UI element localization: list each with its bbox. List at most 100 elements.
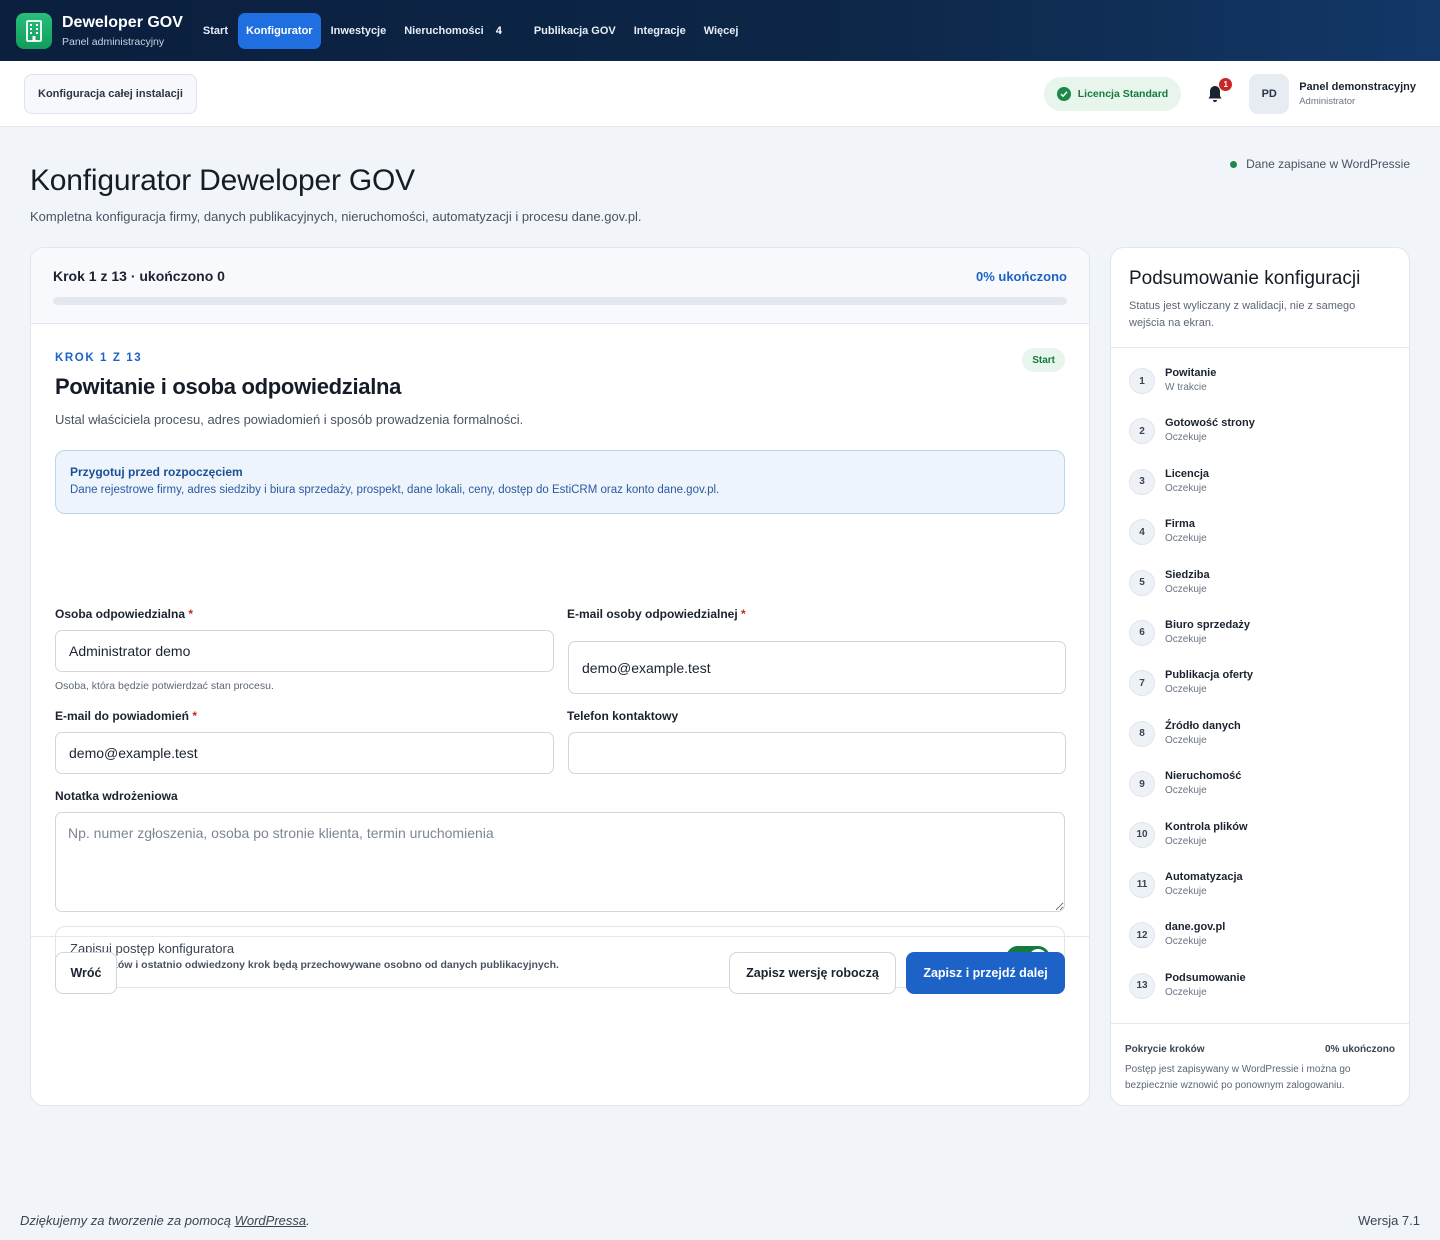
admin-footer-thanks: Dziękujemy za tworzenie za pomocą WordPr… <box>20 1213 310 1228</box>
required-mark: * <box>741 607 746 621</box>
nav-item-start[interactable]: Start <box>195 13 236 49</box>
page-description: Kompletna konfiguracja firmy, danych pub… <box>30 209 642 224</box>
config-summary-panel: Podsumowanie konfiguracji Status jest wy… <box>1110 247 1410 1106</box>
step-number: 9 <box>1129 771 1155 798</box>
version-label: Wersja 7.1 <box>1358 1213 1420 1228</box>
sub-header: Konfiguracja całej instalacji Licencja S… <box>0 61 1440 127</box>
field-label-text: Osoba odpowiedzialna <box>55 607 186 621</box>
step-status: Oczekuje <box>1165 684 1207 696</box>
top-navigation-bar: Deweloper GOV Panel administracyjny Star… <box>0 0 1440 61</box>
notifications-button[interactable]: 1 <box>1205 77 1233 105</box>
phone-input[interactable] <box>568 732 1066 774</box>
coverage-label: Pokrycie kroków <box>1125 1044 1205 1055</box>
summary-steps-list: 1 Powitanie W trakcie 2 Gotowość strony Oczek… <box>1111 348 1409 1022</box>
save-draft-button[interactable]: Zapisz wersję roboczą <box>729 952 896 994</box>
coverage-text: Postęp jest zapisywany w WordPressie i m… <box>1125 1064 1351 1091</box>
notify-email-input[interactable] <box>55 732 554 774</box>
summary-step-item[interactable]: 1 Powitanie W trakcie <box>1129 367 1391 417</box>
summary-step-item[interactable]: 13 Podsumowanie Oczekuje <box>1129 972 1391 1022</box>
nav-item-integracje[interactable]: Integracje <box>626 13 694 49</box>
step-name: Powitanie <box>1165 367 1217 379</box>
step-number: 6 <box>1129 619 1155 646</box>
progress-percent: 0% ukończono <box>975 268 1067 284</box>
step-number: 10 <box>1129 821 1155 848</box>
wordpress-link[interactable]: WordPressa <box>235 1213 307 1228</box>
step-status: Oczekuje <box>1165 734 1207 746</box>
step-number: 8 <box>1129 720 1155 747</box>
summary-step-item[interactable]: 2 Gotowość strony Oczekuje <box>1129 417 1391 467</box>
summary-title: Podsumowanie konfiguracji <box>1129 268 1361 289</box>
user-name: Panel demonstracyjny <box>1299 80 1416 93</box>
avatar[interactable]: PD <box>1249 73 1290 114</box>
summary-step-item[interactable]: 12 dane.gov.pl Oczekuje <box>1129 921 1391 971</box>
step-status: Oczekuje <box>1165 986 1207 998</box>
step-number: 13 <box>1129 972 1155 999</box>
nav-item-inwestycje[interactable]: Inwestycje <box>323 13 395 49</box>
wizard-card: Krok 1 z 13 · ukończono 0 0% ukończono K… <box>30 247 1090 1106</box>
summary-step-item[interactable]: 8 Źródło danych Oczekuje <box>1129 720 1391 770</box>
summary-step-item[interactable]: 4 Firma Oczekuje <box>1129 518 1391 568</box>
main-nav: Start Konfigurator Inwestycje Nieruchomo… <box>195 12 747 49</box>
license-badge[interactable]: Licencja Standard <box>1043 76 1182 111</box>
step-name: Siedziba <box>1165 568 1210 581</box>
brand-title: Deweloper GOV <box>62 13 183 31</box>
step-name: Źródło danych <box>1165 719 1241 732</box>
step-name: Biuro sprzedaży <box>1165 618 1250 631</box>
step-number: 1 <box>1129 368 1155 394</box>
nav-item-nieruchomosci[interactable]: Nieruchomości 4 <box>396 13 524 49</box>
info-title: Przygotuj przed rozpoczęciem <box>70 465 243 479</box>
brand-subtitle: Panel administracyjny <box>62 35 165 48</box>
check-circle-icon <box>1056 86 1071 101</box>
phone-label: Telefon kontaktowy <box>567 709 679 723</box>
step-name: Firma <box>1165 518 1195 531</box>
license-label: Licencja Standard <box>1077 87 1169 100</box>
step-status: Oczekuje <box>1165 835 1207 847</box>
nav-item-konfigurator[interactable]: Konfigurator <box>237 12 321 49</box>
config-installation-button[interactable]: Konfiguracja całej instalacji <box>24 73 197 114</box>
saved-status-label: Dane zapisane w WordPressie <box>1246 157 1410 171</box>
status-badge: Start <box>1022 348 1065 372</box>
summary-step-item[interactable]: 10 Kontrola plików Oczekuje <box>1129 821 1391 871</box>
user-role: Administrator <box>1299 95 1356 107</box>
summary-step-item[interactable]: 3 Licencja Oczekuje <box>1129 468 1391 518</box>
step-name: Kontrola plików <box>1165 820 1248 833</box>
step-status: Oczekuje <box>1165 885 1207 897</box>
summary-step-item[interactable]: 5 Siedziba Oczekuje <box>1129 569 1391 619</box>
nav-item-publikacja-gov[interactable]: Publikacja GOV <box>526 13 624 49</box>
summary-step-item[interactable]: 9 Nieruchomość Oczekuje <box>1129 770 1391 820</box>
step-number: 3 <box>1129 468 1155 495</box>
summary-description: Status jest wyliczany z walidacji, nie z… <box>1129 300 1356 329</box>
step-status: Oczekuje <box>1165 633 1207 645</box>
step-number: 5 <box>1129 569 1155 596</box>
step-number: 2 <box>1129 418 1155 445</box>
nav-item-wiecej[interactable]: Więcej <box>696 13 747 49</box>
field-label-text: E-mail osoby odpowiedzialnej <box>567 607 738 621</box>
wizard-actions: Wróć Zapisz wersję roboczą Zapisz i prze… <box>31 936 1089 1016</box>
responsible-person-input[interactable] <box>55 630 554 672</box>
summary-step-item[interactable]: 7 Publikacja oferty Oczekuje <box>1129 669 1391 719</box>
footer-thanks-text: Dziękujemy za tworzenie za pomocą <box>20 1213 235 1228</box>
step-status: Oczekuje <box>1165 533 1207 545</box>
save-and-next-button[interactable]: Zapisz i przejdź dalej <box>906 952 1065 994</box>
summary-step-item[interactable]: 6 Biuro sprzedaży Oczekuje <box>1129 619 1391 669</box>
notification-count-badge: 1 <box>1219 77 1233 91</box>
step-name: Podsumowanie <box>1165 971 1246 984</box>
responsible-person-label: Osoba odpowiedzialna * <box>55 607 193 621</box>
saved-status: Dane zapisane w WordPressie <box>1230 157 1410 171</box>
field-label-text: E-mail do powiadomień <box>55 709 190 723</box>
back-button[interactable]: Wróć <box>55 952 117 994</box>
responsible-email-input[interactable] <box>568 641 1066 694</box>
brand[interactable]: Deweloper GOV Panel administracyjny <box>16 12 183 49</box>
note-textarea[interactable] <box>55 812 1065 912</box>
step-status: Oczekuje <box>1165 785 1207 797</box>
footer-thanks-suffix: . <box>306 1213 310 1228</box>
summary-step-item[interactable]: 11 Automatyzacja Oczekuje <box>1129 871 1391 921</box>
building-icon <box>16 12 52 49</box>
responsible-person-hint: Osoba, która będzie potwierdzać stan pro… <box>55 680 274 692</box>
step-name: Licencja <box>1165 467 1210 480</box>
step-status: Oczekuje <box>1165 482 1207 494</box>
page-title: Konfigurator Deweloper GOV <box>30 164 415 197</box>
info-text: Dane rejestrowe firmy, adres siedziby i … <box>70 484 720 496</box>
user-menu[interactable]: Panel demonstracyjny Administrator <box>1299 81 1416 107</box>
step-counter: Krok 1 z 13 · ukończono 0 <box>53 268 225 284</box>
